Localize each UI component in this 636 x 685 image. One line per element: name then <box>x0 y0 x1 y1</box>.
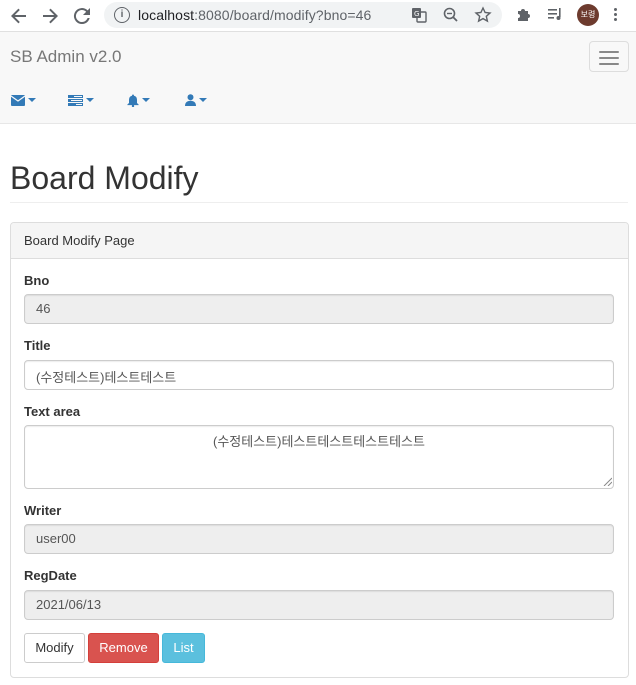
user-icon <box>185 94 196 106</box>
panel-heading: Board Modify Page <box>11 223 628 259</box>
back-icon[interactable] <box>7 4 31 28</box>
tasks-icon <box>68 94 83 106</box>
svg-text:G: G <box>414 10 419 18</box>
resize-grip-icon[interactable] <box>603 477 612 486</box>
reload-icon[interactable] <box>70 4 94 28</box>
bell-icon <box>127 94 139 107</box>
envelope-icon <box>11 94 25 106</box>
forward-icon[interactable] <box>38 4 62 28</box>
media-control-icon[interactable] <box>545 5 565 25</box>
alerts-dropdown[interactable] <box>127 92 150 108</box>
messages-dropdown[interactable] <box>11 92 36 108</box>
list-button[interactable]: List <box>162 633 205 663</box>
extensions-icon[interactable] <box>514 5 534 25</box>
url-text: localhost:8080/board/modify?bno=46 <box>138 7 372 23</box>
top-navbar: SB Admin v2.0 <box>0 32 636 124</box>
navbar-toggle-button[interactable] <box>589 41 629 72</box>
tasks-dropdown[interactable] <box>68 92 94 108</box>
writer-input[interactable]: user00 <box>24 524 614 554</box>
translate-icon[interactable]: G <box>410 6 428 24</box>
title-label: Title <box>24 338 51 353</box>
browser-toolbar: i localhost:8080/board/modify?bno=46 G 보… <box>0 0 636 32</box>
zoom-icon[interactable] <box>442 6 460 24</box>
bookmark-star-icon[interactable] <box>474 6 492 24</box>
page-header: Board Modify <box>10 158 628 203</box>
user-dropdown[interactable] <box>185 92 207 108</box>
content-textarea[interactable]: (수정테스트)테스트테스트테스트테스트 <box>24 425 614 489</box>
bno-input[interactable]: 46 <box>24 294 614 324</box>
browser-menu-icon[interactable] <box>612 6 618 24</box>
profile-avatar[interactable]: 보령 <box>577 4 599 26</box>
page-title: Board Modify <box>10 160 199 196</box>
writer-label: Writer <box>24 503 62 518</box>
title-input[interactable]: (수정테스트)테스트테스트 <box>24 360 614 390</box>
navbar-brand[interactable]: SB Admin v2.0 <box>10 47 122 67</box>
modify-button[interactable]: Modify <box>24 633 85 663</box>
content-label: Text area <box>24 404 81 419</box>
regdate-label: RegDate <box>24 568 77 583</box>
bno-label: Bno <box>24 273 50 288</box>
site-info-icon[interactable]: i <box>114 7 130 23</box>
address-bar[interactable]: i localhost:8080/board/modify?bno=46 G <box>104 2 502 28</box>
remove-button[interactable]: Remove <box>88 633 159 663</box>
regdate-input[interactable]: 2021/06/13 <box>24 590 614 620</box>
